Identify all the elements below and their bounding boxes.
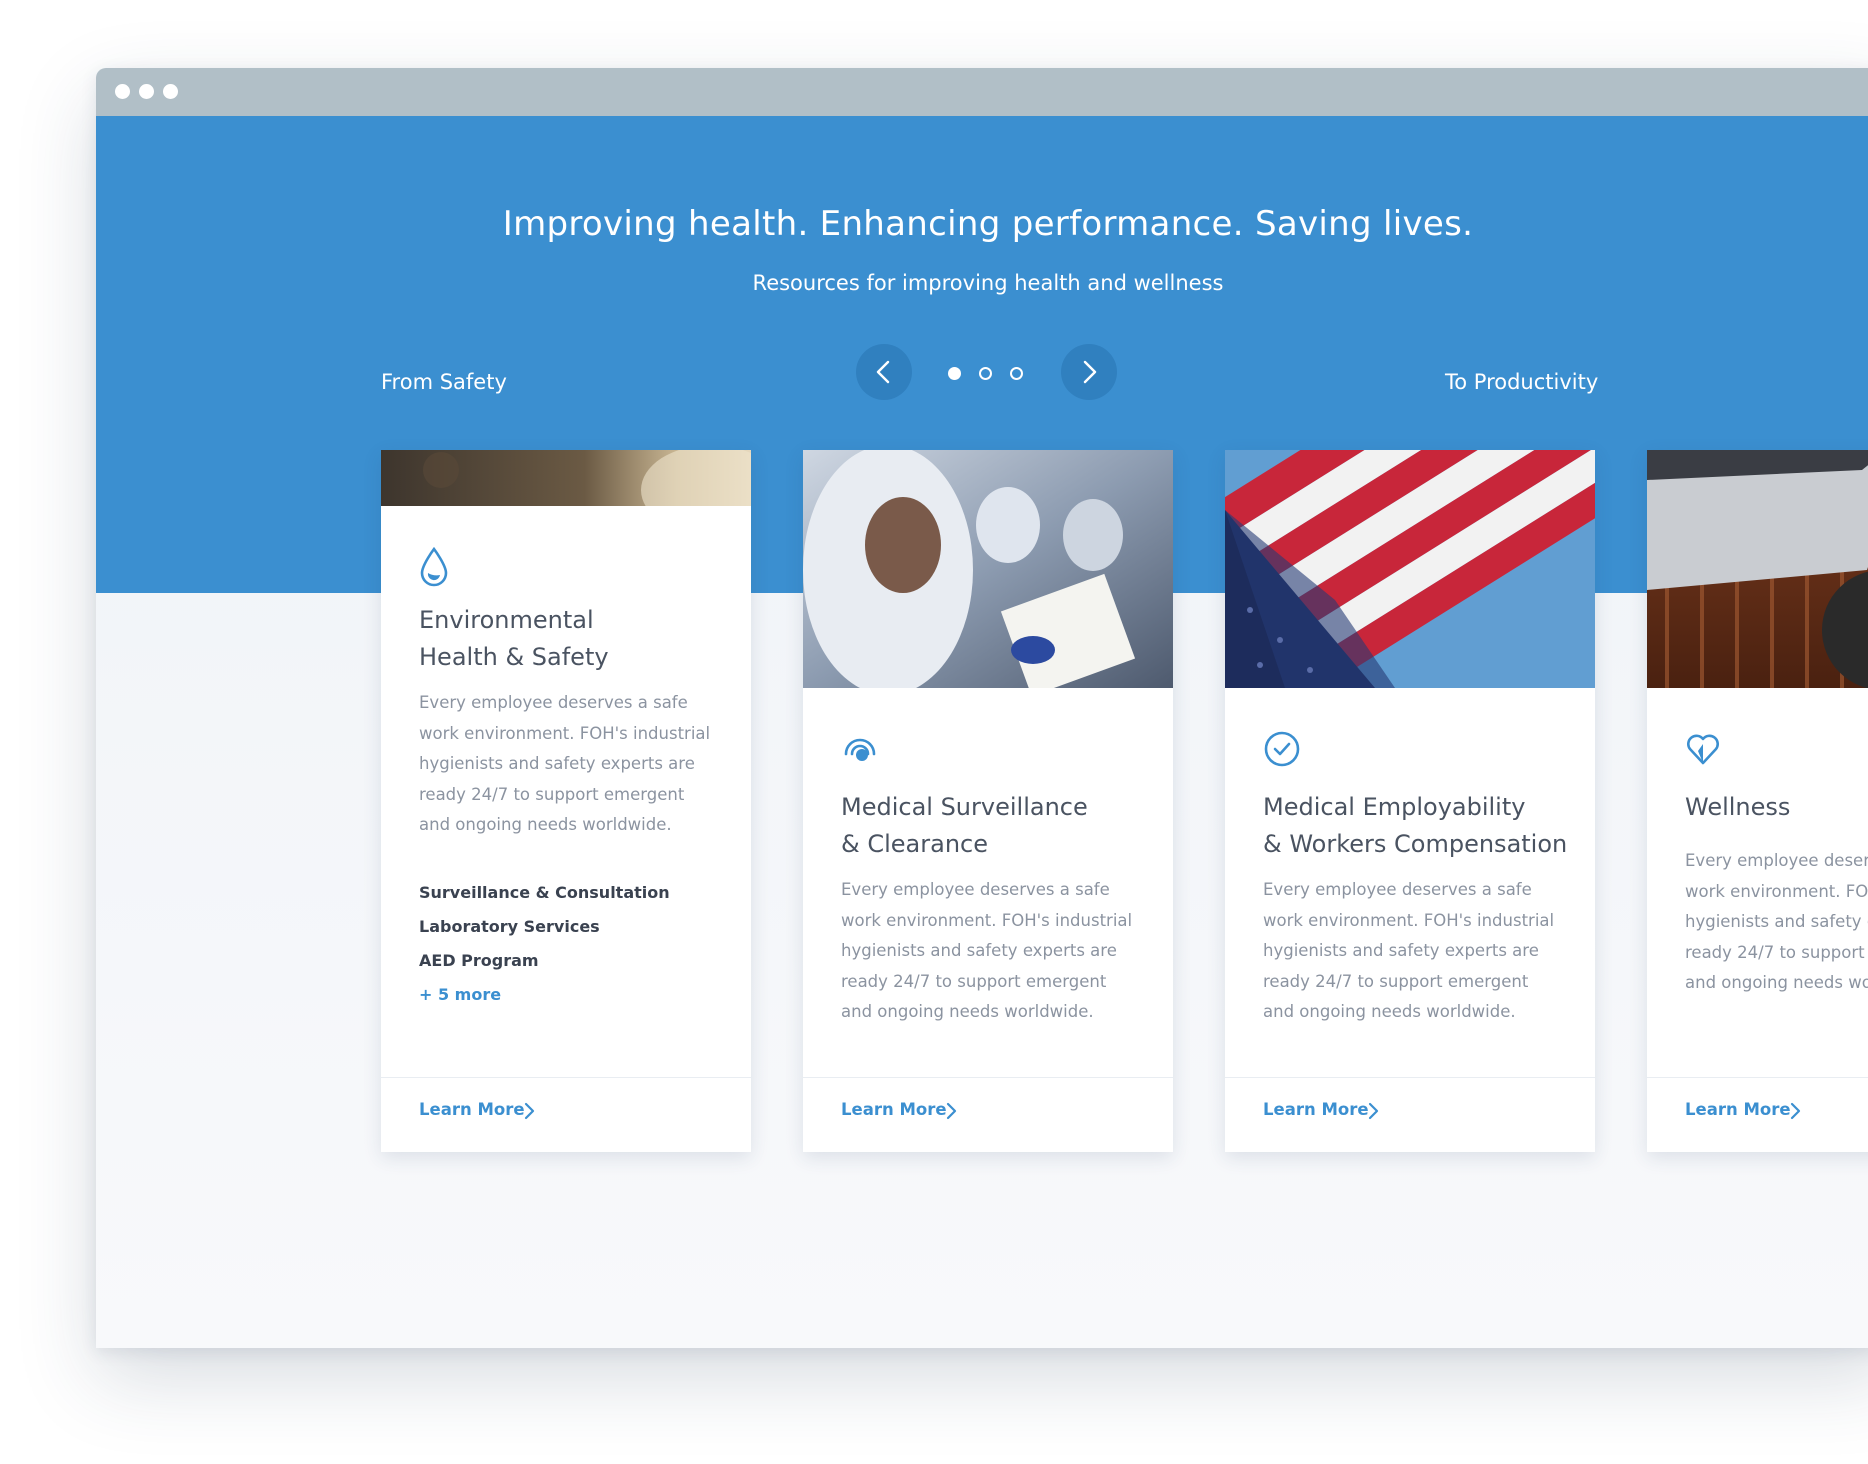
learn-more-link[interactable]: Learn More xyxy=(419,1100,525,1119)
window-minimize-dot[interactable] xyxy=(139,84,154,99)
card-description: Every employee deserves a safe work envi… xyxy=(1263,880,1555,1021)
learn-more-link[interactable]: Learn More xyxy=(1685,1100,1791,1119)
carousel-end-label: To Productivity xyxy=(1445,370,1599,394)
card-title: Medical Surveillance & Clearance xyxy=(841,789,1161,863)
chevron-right-icon xyxy=(1368,1102,1379,1120)
card-title: Environmental Health & Safety xyxy=(419,602,739,676)
chevron-left-icon xyxy=(876,360,890,384)
carousel-prev-button[interactable] xyxy=(856,344,912,400)
card-description: Every employee deserves a safe work envi… xyxy=(841,880,1133,1021)
card-footer: Learn More xyxy=(803,1077,1173,1152)
card-description: Every employee deserves a safe work envi… xyxy=(1685,851,1868,992)
learn-more-link[interactable]: Learn More xyxy=(1263,1100,1369,1119)
service-card-wellness[interactable]: Wellness Every employee deserves a safe … xyxy=(1647,450,1868,1152)
window-close-dot[interactable] xyxy=(115,84,130,99)
card-link-aed[interactable]: AED Program xyxy=(419,944,670,978)
card-title-line: Medical Employability xyxy=(1263,793,1526,821)
chevron-right-icon xyxy=(1083,360,1097,384)
water-drop-icon xyxy=(420,546,448,587)
browser-window: Improving health. Enhancing performance.… xyxy=(96,68,1868,1348)
service-card-medical-surveillance[interactable]: Medical Surveillance & Clearance Every e… xyxy=(803,450,1173,1152)
radar-target-icon xyxy=(844,738,876,761)
card-more-link[interactable]: + 5 more xyxy=(419,978,670,1012)
card-title-line: Medical Surveillance xyxy=(841,793,1088,821)
carousel-page-dot-1[interactable] xyxy=(948,367,961,380)
page-subheadline: Resources for improving health and welln… xyxy=(752,271,1224,295)
browser-titlebar xyxy=(96,68,1868,116)
check-circle-icon xyxy=(1264,731,1300,767)
card-footer: Learn More xyxy=(1225,1077,1595,1152)
card-link-laboratory[interactable]: Laboratory Services xyxy=(419,910,670,944)
service-card-environmental[interactable]: Environmental Health & Safety Every empl… xyxy=(381,450,751,1152)
heart-icon xyxy=(1687,734,1719,765)
card-header-image xyxy=(381,450,751,506)
card-footer: Learn More xyxy=(1647,1077,1868,1152)
card-title-line: & Workers Compensation xyxy=(1263,830,1568,858)
card-title-line: Wellness xyxy=(1685,793,1791,821)
card-link-list: Surveillance & Consultation Laboratory S… xyxy=(419,876,670,1012)
carousel-start-label: From Safety xyxy=(381,370,507,394)
card-link-surveillance[interactable]: Surveillance & Consultation xyxy=(419,876,670,910)
card-title: Medical Employability & Workers Compensa… xyxy=(1263,789,1583,863)
chevron-right-icon xyxy=(946,1102,957,1120)
card-header-image xyxy=(1225,450,1595,688)
card-description: Every employee deserves a safe work envi… xyxy=(419,693,711,834)
page-headline: Improving health. Enhancing performance.… xyxy=(502,204,1474,244)
card-header-image xyxy=(803,450,1173,688)
window-maximize-dot[interactable] xyxy=(163,84,178,99)
chevron-right-icon xyxy=(524,1102,535,1120)
card-title-line: Health & Safety xyxy=(419,643,609,671)
card-title-line: Environmental xyxy=(419,606,594,634)
carousel-next-button[interactable] xyxy=(1061,344,1117,400)
carousel-page-dot-2[interactable] xyxy=(979,367,992,380)
card-header-image xyxy=(1647,450,1868,688)
service-card-employability[interactable]: Medical Employability & Workers Compensa… xyxy=(1225,450,1595,1152)
card-footer: Learn More xyxy=(381,1077,751,1152)
carousel-page-dot-3[interactable] xyxy=(1010,367,1023,380)
learn-more-link[interactable]: Learn More xyxy=(841,1100,947,1119)
card-title-line: & Clearance xyxy=(841,830,988,858)
chevron-right-icon xyxy=(1790,1102,1801,1120)
card-title: Wellness xyxy=(1685,789,1868,826)
